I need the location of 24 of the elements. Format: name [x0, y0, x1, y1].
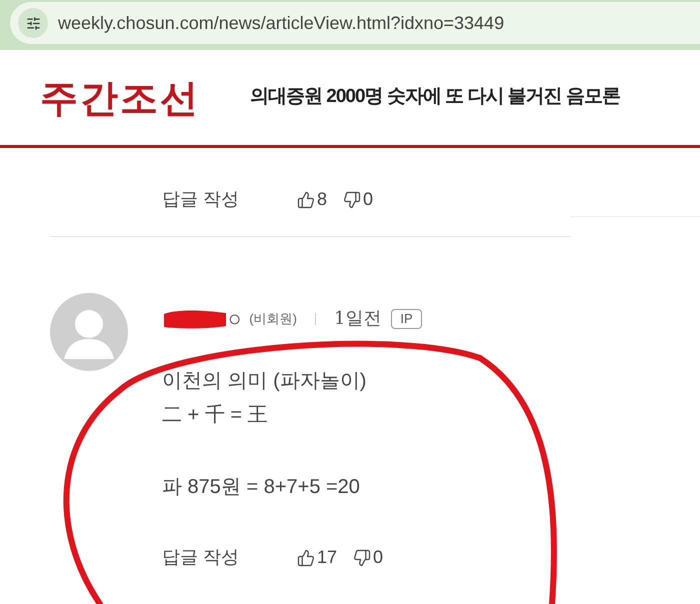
member-status: (비회원)	[249, 310, 297, 328]
reply-button[interactable]: 답글 작성	[162, 186, 240, 213]
site-settings-icon[interactable]	[18, 8, 48, 38]
thumbs-down-icon	[353, 548, 372, 566]
comment-text-line: 파 875원 = 8+7+5 =20	[162, 475, 361, 500]
dislike-button[interactable]: 0	[353, 544, 384, 571]
thumbs-up-icon	[297, 190, 316, 208]
article-headline: 의대증원 2000명 숫자에 또 다시 불거진 음모론	[250, 85, 620, 110]
comment-time: 1일전	[334, 307, 382, 331]
thumbs-down-icon	[343, 190, 362, 208]
like-button[interactable]: 8	[297, 186, 328, 213]
reply-button[interactable]: 답글 작성	[162, 544, 240, 571]
redaction-scribble	[162, 308, 228, 330]
like-button[interactable]: 17	[297, 544, 338, 571]
comment-text-line: 二 + 千 = 王	[162, 403, 269, 428]
address-bar[interactable]: weekly.chosun.com/news/articleView.html?idxno=33449	[10, 2, 700, 44]
dislike-button[interactable]: 0	[343, 186, 374, 213]
avatar-silhouette-icon	[50, 293, 128, 371]
comment-text-line: 이천의 의미 (파자놀이)	[162, 369, 368, 394]
url-text: weekly.chosun.com/news/articleView.html?idxno=33449	[58, 12, 504, 35]
thumbs-up-icon	[297, 548, 316, 566]
site-logo[interactable]: 주간조선	[40, 69, 200, 126]
author-name: ○	[228, 308, 242, 330]
ip-badge: IP	[391, 308, 422, 328]
